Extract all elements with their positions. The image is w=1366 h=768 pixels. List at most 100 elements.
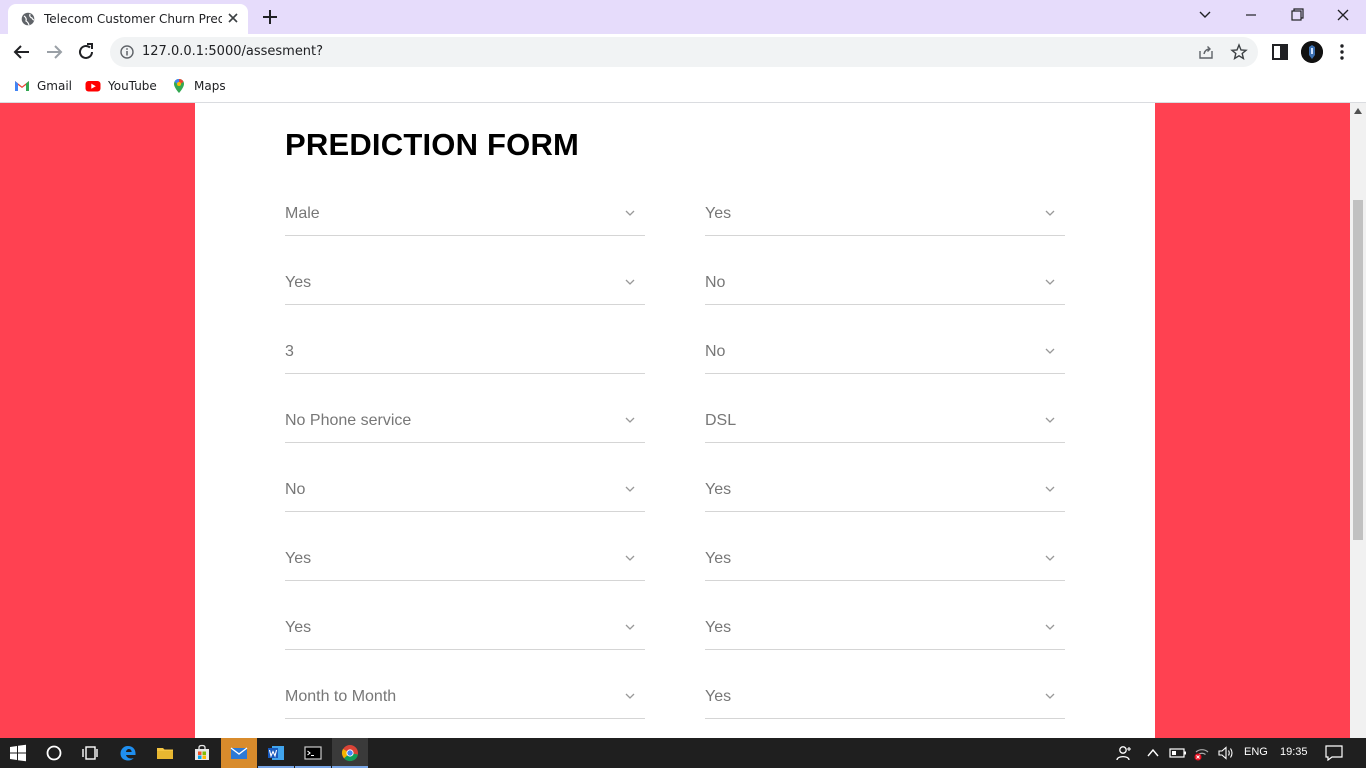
taskbar-chrome[interactable] — [332, 738, 368, 768]
chevron-up-icon[interactable] — [1146, 745, 1160, 761]
windows-taskbar: ENG 19:35 — [0, 738, 1366, 768]
bookmark-youtube[interactable]: YouTube — [85, 76, 157, 96]
action-center-icon[interactable] — [1325, 745, 1343, 761]
bookmark-gmail[interactable]: Gmail — [14, 76, 72, 96]
taskbar-terminal[interactable] — [295, 738, 331, 768]
bookmark-label: YouTube — [108, 79, 157, 93]
people-icon[interactable] — [1115, 745, 1133, 761]
select-value: Yes — [705, 688, 732, 705]
tab-search-chevron-icon[interactable] — [1192, 4, 1218, 26]
more-menu-icon[interactable] — [1337, 42, 1347, 62]
form-select-9[interactable]: No — [285, 471, 645, 512]
back-arrow-icon[interactable] — [11, 41, 33, 63]
site-info-icon[interactable] — [120, 45, 134, 59]
form-select-11[interactable]: Yes — [285, 540, 645, 581]
form-select-1[interactable]: Male — [285, 195, 645, 236]
chevron-down-icon — [1045, 486, 1055, 492]
scrollbar-thumb[interactable] — [1353, 200, 1363, 540]
chevron-down-icon — [1045, 417, 1055, 423]
form-select-16[interactable]: Yes — [705, 678, 1065, 719]
select-value: Yes — [285, 550, 312, 567]
contract-select[interactable]: Month to Month — [285, 678, 645, 719]
url-text: 127.0.0.1:5000/assesment? — [142, 44, 324, 59]
form-select-4[interactable]: No — [705, 264, 1065, 305]
page-scrollbar[interactable] — [1350, 103, 1366, 738]
select-value: Yes — [705, 205, 732, 222]
gmail-icon — [15, 81, 29, 91]
network-disconnected-icon[interactable] — [1193, 745, 1211, 761]
side-panel-icon[interactable] — [1272, 44, 1288, 60]
form-select-14[interactable]: Yes — [705, 609, 1065, 650]
taskbar-edge[interactable] — [110, 738, 146, 768]
youtube-icon — [85, 81, 101, 92]
select-value: Yes — [705, 619, 732, 636]
tenure-input[interactable]: 3 — [285, 333, 645, 374]
form-select-6[interactable]: No — [705, 333, 1065, 374]
select-value: Yes — [705, 550, 732, 567]
edge-icon — [120, 746, 136, 761]
select-value: Yes — [285, 619, 312, 636]
select-value: No — [285, 481, 306, 498]
address-bar[interactable]: 127.0.0.1:5000/assesment? — [110, 37, 1258, 67]
chevron-down-icon — [1045, 624, 1055, 630]
task-view-button[interactable] — [72, 738, 108, 768]
select-value: No — [705, 274, 726, 291]
search-button[interactable] — [36, 738, 72, 768]
form-select-13[interactable]: Yes — [285, 609, 645, 650]
select-value: Yes — [285, 274, 312, 291]
mail-envelope-icon — [230, 747, 248, 759]
form-select-12[interactable]: Yes — [705, 540, 1065, 581]
prediction-form-card: PREDICTION FORM Male Yes Yes No 3 No No … — [195, 103, 1155, 738]
share-icon[interactable] — [1198, 44, 1214, 60]
bookmark-maps[interactable]: Maps — [171, 76, 226, 96]
taskbar-word[interactable] — [258, 738, 294, 768]
form-select-10[interactable]: Yes — [705, 471, 1065, 512]
chevron-down-icon — [1045, 555, 1055, 561]
form-select-8[interactable]: DSL — [705, 402, 1065, 443]
taskbar-mail[interactable] — [221, 738, 257, 768]
select-value: DSL — [705, 412, 737, 429]
minimize-icon[interactable] — [1238, 4, 1264, 26]
bookmark-label: Maps — [194, 79, 226, 93]
select-value: Yes — [705, 481, 732, 498]
battery-icon[interactable] — [1169, 745, 1187, 761]
reload-icon[interactable] — [75, 41, 97, 63]
start-button[interactable] — [0, 738, 36, 768]
task-view-icon — [82, 746, 98, 760]
bookmark-star-icon[interactable] — [1230, 43, 1248, 61]
restore-icon[interactable] — [1284, 4, 1310, 26]
taskbar-store[interactable] — [184, 738, 220, 768]
taskbar-file-explorer[interactable] — [147, 738, 183, 768]
chevron-down-icon — [625, 693, 635, 699]
form-select-7[interactable]: No Phone service — [285, 402, 645, 443]
browser-tab[interactable]: Telecom Customer Churn Predict — [8, 4, 248, 34]
new-tab-icon[interactable] — [261, 8, 279, 26]
chevron-down-icon — [1045, 279, 1055, 285]
avatar-icon — [1301, 41, 1323, 63]
word-icon — [268, 746, 284, 760]
input-value: 3 — [285, 343, 294, 360]
bookmark-label: Gmail — [37, 79, 73, 93]
chevron-down-icon — [625, 417, 635, 423]
forward-arrow-icon[interactable] — [43, 41, 65, 63]
scroll-up-arrow-icon[interactable] — [1354, 108, 1362, 114]
chevron-down-icon — [625, 624, 635, 630]
select-value: No Phone service — [285, 412, 412, 429]
store-bag-icon — [195, 744, 209, 760]
browser-toolbar: 127.0.0.1:5000/assesment? — [0, 34, 1366, 70]
windows-logo-icon — [10, 744, 26, 762]
maps-icon — [174, 79, 184, 93]
form-select-2[interactable]: Yes — [705, 195, 1065, 236]
clock-time[interactable]: 19:35 — [1280, 746, 1308, 758]
terminal-icon — [304, 746, 322, 760]
chevron-down-icon — [625, 210, 635, 216]
select-value: Male — [285, 205, 320, 222]
profile-avatar[interactable] — [1301, 41, 1323, 63]
chevron-down-icon — [625, 555, 635, 561]
language-indicator[interactable]: ENG — [1244, 746, 1268, 758]
close-window-icon[interactable] — [1330, 4, 1356, 26]
volume-icon[interactable] — [1217, 745, 1235, 761]
form-select-3[interactable]: Yes — [285, 264, 645, 305]
close-tab-icon[interactable] — [225, 10, 241, 26]
tab-title: Telecom Customer Churn Predict — [44, 12, 222, 26]
